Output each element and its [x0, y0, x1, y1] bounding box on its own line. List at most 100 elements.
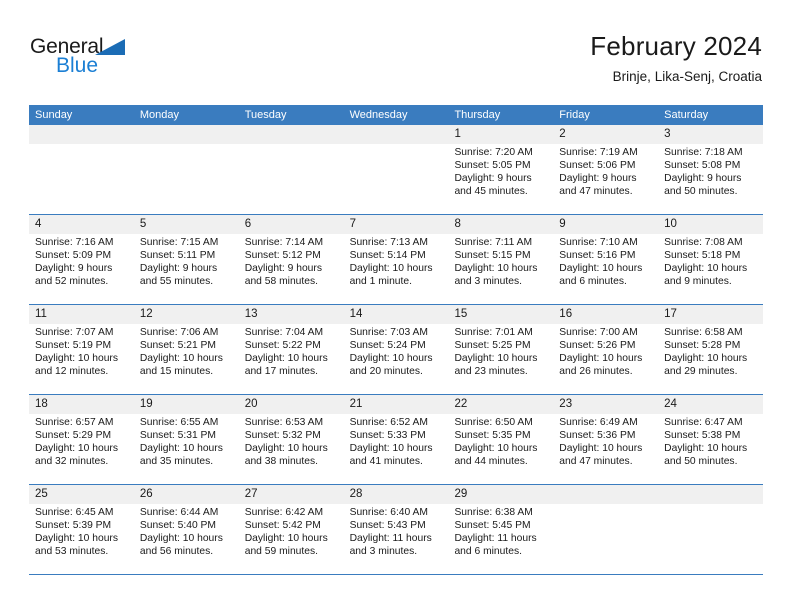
- daylight-hours-text: Daylight: 9 hours: [454, 172, 532, 184]
- daylight-hours-text: Daylight: 10 hours: [139, 532, 223, 544]
- day-cell[interactable]: Sunrise: 6:45 AM Sunset: 5:39 PM Daylight:…: [29, 504, 134, 574]
- daylight-hours-text: Daylight: 10 hours: [139, 352, 223, 364]
- daylight-hours-text: Daylight: 10 hours: [454, 352, 538, 364]
- day-cell[interactable]: Sunrise: 7:18 AM Sunset: 5:08 PM Daylight:…: [658, 144, 763, 214]
- daylight-minutes-text: and 59 minutes.: [244, 545, 318, 557]
- weekday-header-friday: Friday: [559, 109, 590, 121]
- daylight-hours-text: Daylight: 10 hours: [349, 352, 433, 364]
- day-cell[interactable]: Sunrise: 6:55 AM Sunset: 5:31 PM Daylight:…: [134, 414, 239, 484]
- day-cell[interactable]: Sunrise: 6:38 AM Sunset: 5:45 PM Daylight:…: [448, 504, 553, 574]
- day-number-row: 123: [29, 125, 763, 144]
- day-number[interactable]: 4: [29, 215, 134, 234]
- day-cell[interactable]: Sunrise: 7:06 AM Sunset: 5:21 PM Daylight:…: [134, 324, 239, 394]
- day-number[interactable]: 3: [658, 125, 763, 144]
- day-number[interactable]: 7: [344, 215, 449, 234]
- sunset-text: Sunset: 5:32 PM: [244, 429, 321, 441]
- day-cell[interactable]: Sunrise: 6:53 AM Sunset: 5:32 PM Daylight:…: [239, 414, 344, 484]
- day-cell[interactable]: Sunrise: 7:08 AM Sunset: 5:18 PM Daylight:…: [658, 234, 763, 304]
- daylight-hours-text: Daylight: 10 hours: [35, 352, 118, 364]
- weekday-header-row: Sunday Monday Tuesday Wednesday Thursday Frid…: [29, 105, 763, 125]
- day-number[interactable]: 17: [658, 305, 763, 324]
- sunset-text: Sunset: 5:28 PM: [664, 339, 741, 351]
- day-cell[interactable]: Sunrise: 7:13 AM Sunset: 5:14 PM Daylight:…: [344, 234, 449, 304]
- sunset-text: Sunset: 5:08 PM: [664, 159, 741, 171]
- day-cell[interactable]: Sunrise: 6:50 AM Sunset: 5:35 PM Daylight:…: [448, 414, 553, 484]
- day-detail-row: Sunrise: 7:20 AM Sunset: 5:05 PM Daylight:…: [29, 144, 763, 214]
- daylight-minutes-text: and 47 minutes.: [559, 455, 633, 467]
- day-cell[interactable]: Sunrise: 6:49 AM Sunset: 5:36 PM Daylight:…: [553, 414, 658, 484]
- day-number[interactable]: 13: [239, 305, 344, 324]
- day-number[interactable]: 26: [134, 485, 239, 504]
- day-cell[interactable]: Sunrise: 6:42 AM Sunset: 5:42 PM Daylight:…: [239, 504, 344, 574]
- day-cell-empty: [29, 144, 134, 214]
- day-number[interactable]: 18: [29, 395, 134, 414]
- daylight-minutes-text: and 45 minutes.: [454, 185, 528, 197]
- day-cell[interactable]: Sunrise: 7:04 AM Sunset: 5:22 PM Daylight:…: [239, 324, 344, 394]
- sunset-text: Sunset: 5:19 PM: [35, 339, 112, 351]
- day-cell[interactable]: Sunrise: 7:11 AM Sunset: 5:15 PM Daylight:…: [448, 234, 553, 304]
- day-cell[interactable]: Sunrise: 6:40 AM Sunset: 5:43 PM Daylight:…: [344, 504, 449, 574]
- day-number[interactable]: 21: [344, 395, 449, 414]
- day-number-empty: [344, 125, 449, 144]
- day-cell[interactable]: Sunrise: 7:03 AM Sunset: 5:24 PM Daylight:…: [344, 324, 449, 394]
- day-number[interactable]: 6: [239, 215, 344, 234]
- sunset-text: Sunset: 5:31 PM: [139, 429, 216, 441]
- day-number-empty: [658, 485, 763, 504]
- day-cell[interactable]: Sunrise: 7:19 AM Sunset: 5:06 PM Daylight:…: [553, 144, 658, 214]
- daylight-hours-text: Daylight: 10 hours: [349, 262, 433, 274]
- day-number[interactable]: 20: [239, 395, 344, 414]
- weekday-header-sunday: Sunday: [35, 109, 73, 121]
- day-cell[interactable]: Sunrise: 7:20 AM Sunset: 5:05 PM Daylight:…: [448, 144, 553, 214]
- day-cell[interactable]: Sunrise: 7:00 AM Sunset: 5:26 PM Daylight:…: [553, 324, 658, 394]
- day-number[interactable]: 1: [448, 125, 553, 144]
- sunset-text: Sunset: 5:43 PM: [349, 519, 426, 531]
- day-cell[interactable]: Sunrise: 7:14 AM Sunset: 5:12 PM Daylight:…: [239, 234, 344, 304]
- day-number[interactable]: 10: [658, 215, 763, 234]
- day-number[interactable]: 22: [448, 395, 553, 414]
- day-number[interactable]: 25: [29, 485, 134, 504]
- day-number[interactable]: 8: [448, 215, 553, 234]
- page-header: General Blue February 2024 Brinje, Lika-…: [0, 0, 792, 84]
- day-cell[interactable]: Sunrise: 7:15 AM Sunset: 5:11 PM Daylight:…: [134, 234, 239, 304]
- day-number[interactable]: 14: [344, 305, 449, 324]
- sunset-text: Sunset: 5:33 PM: [349, 429, 426, 441]
- day-number[interactable]: 24: [658, 395, 763, 414]
- day-number[interactable]: 5: [134, 215, 239, 234]
- day-number[interactable]: 27: [239, 485, 344, 504]
- daylight-hours-text: Daylight: 10 hours: [559, 262, 643, 274]
- sunset-text: Sunset: 5:24 PM: [349, 339, 426, 351]
- day-number[interactable]: 11: [29, 305, 134, 324]
- day-number[interactable]: 29: [448, 485, 553, 504]
- day-cell[interactable]: Sunrise: 6:47 AM Sunset: 5:38 PM Daylight:…: [658, 414, 763, 484]
- weekday-header-monday: Monday: [139, 109, 179, 121]
- daylight-minutes-text: and 12 minutes.: [35, 365, 109, 377]
- sunrise-text: Sunrise: 7:11 AM: [454, 237, 533, 248]
- day-cell[interactable]: Sunrise: 6:57 AM Sunset: 5:29 PM Daylight:…: [29, 414, 134, 484]
- sunset-text: Sunset: 5:45 PM: [454, 519, 531, 531]
- day-number[interactable]: 16: [553, 305, 658, 324]
- day-cell[interactable]: Sunrise: 7:10 AM Sunset: 5:16 PM Daylight:…: [553, 234, 658, 304]
- daylight-minutes-text: and 23 minutes.: [454, 365, 528, 377]
- daylight-minutes-text: and 3 minutes.: [349, 545, 418, 557]
- day-cell[interactable]: Sunrise: 6:52 AM Sunset: 5:33 PM Daylight:…: [344, 414, 449, 484]
- day-number[interactable]: 2: [553, 125, 658, 144]
- day-number[interactable]: 9: [553, 215, 658, 234]
- day-cell[interactable]: Sunrise: 6:44 AM Sunset: 5:40 PM Daylight:…: [134, 504, 239, 574]
- day-number[interactable]: 28: [344, 485, 449, 504]
- daylight-minutes-text: and 55 minutes.: [139, 275, 214, 287]
- day-number[interactable]: 23: [553, 395, 658, 414]
- sunrise-text: Sunrise: 6:40 AM: [349, 507, 428, 518]
- brand-logo[interactable]: General Blue: [30, 32, 126, 77]
- day-cell[interactable]: Sunrise: 6:58 AM Sunset: 5:28 PM Daylight:…: [658, 324, 763, 394]
- day-number[interactable]: 19: [134, 395, 239, 414]
- daylight-hours-text: Daylight: 10 hours: [244, 532, 328, 544]
- day-cell[interactable]: Sunrise: 7:07 AM Sunset: 5:19 PM Daylight:…: [29, 324, 134, 394]
- sunrise-text: Sunrise: 6:44 AM: [139, 507, 219, 518]
- day-number[interactable]: 12: [134, 305, 239, 324]
- day-number[interactable]: 15: [448, 305, 553, 324]
- brand-name-blue: Blue: [56, 54, 99, 77]
- daylight-hours-text: Daylight: 11 hours: [454, 532, 537, 544]
- day-cell[interactable]: Sunrise: 7:01 AM Sunset: 5:25 PM Daylight:…: [448, 324, 553, 394]
- sunrise-text: Sunrise: 6:47 AM: [664, 417, 743, 428]
- day-cell[interactable]: Sunrise: 7:16 AM Sunset: 5:09 PM Daylight:…: [29, 234, 134, 304]
